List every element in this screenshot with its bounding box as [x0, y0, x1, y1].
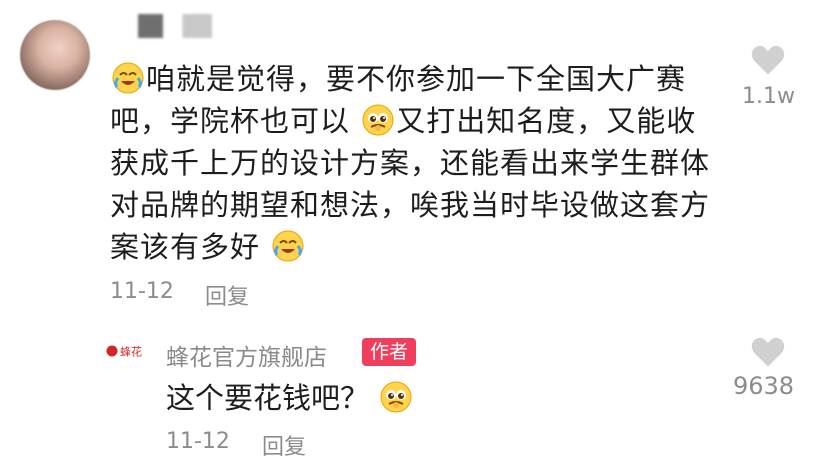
avatar[interactable] — [20, 20, 90, 90]
pleading-emoji — [380, 381, 412, 413]
comment-line-1: 咱就是觉得，要不你参加一下全国大广赛 — [110, 58, 710, 100]
heart-icon[interactable] — [750, 44, 786, 76]
comment-line-2: 吧，学院杯也可以 又打出知名度，又能收 — [110, 104, 697, 138]
like-count: 1.1w — [742, 84, 795, 109]
brand-logo-text: 蜂花 — [120, 345, 142, 359]
comment-line-3: 获成千上万的设计方案，还能看出来学生群体 — [110, 146, 711, 180]
reply-date: 11-12 — [166, 429, 230, 454]
reply-button[interactable]: 回复 — [205, 279, 249, 311]
comment-line-5: 案该有多好 — [110, 226, 710, 268]
heart-icon[interactable] — [750, 336, 786, 368]
comment-text: 咱就是觉得，要不你参加一下全国大广赛 吧，学院杯也可以 又打出知名度，又能收 获… — [110, 58, 710, 268]
shop-name[interactable]: 蜂花官方旗舰店 — [166, 338, 327, 372]
blurred-username[interactable] — [138, 14, 212, 38]
comment-line-4: 对品牌的期望和想法，唉我当时毕设做这套方 — [110, 188, 711, 222]
author-badge: 作者 — [362, 338, 417, 366]
crying-laugh-emoji — [112, 62, 144, 94]
crying-laugh-emoji — [272, 230, 304, 262]
reply-button[interactable]: 回复 — [262, 429, 306, 461]
brand-logo: 蜂花 — [106, 345, 142, 359]
like-count: 9638 — [733, 372, 795, 400]
comment-date: 11-12 — [110, 279, 174, 304]
reply-text: 这个要花钱吧？ — [166, 375, 414, 417]
pleading-emoji — [362, 104, 394, 136]
